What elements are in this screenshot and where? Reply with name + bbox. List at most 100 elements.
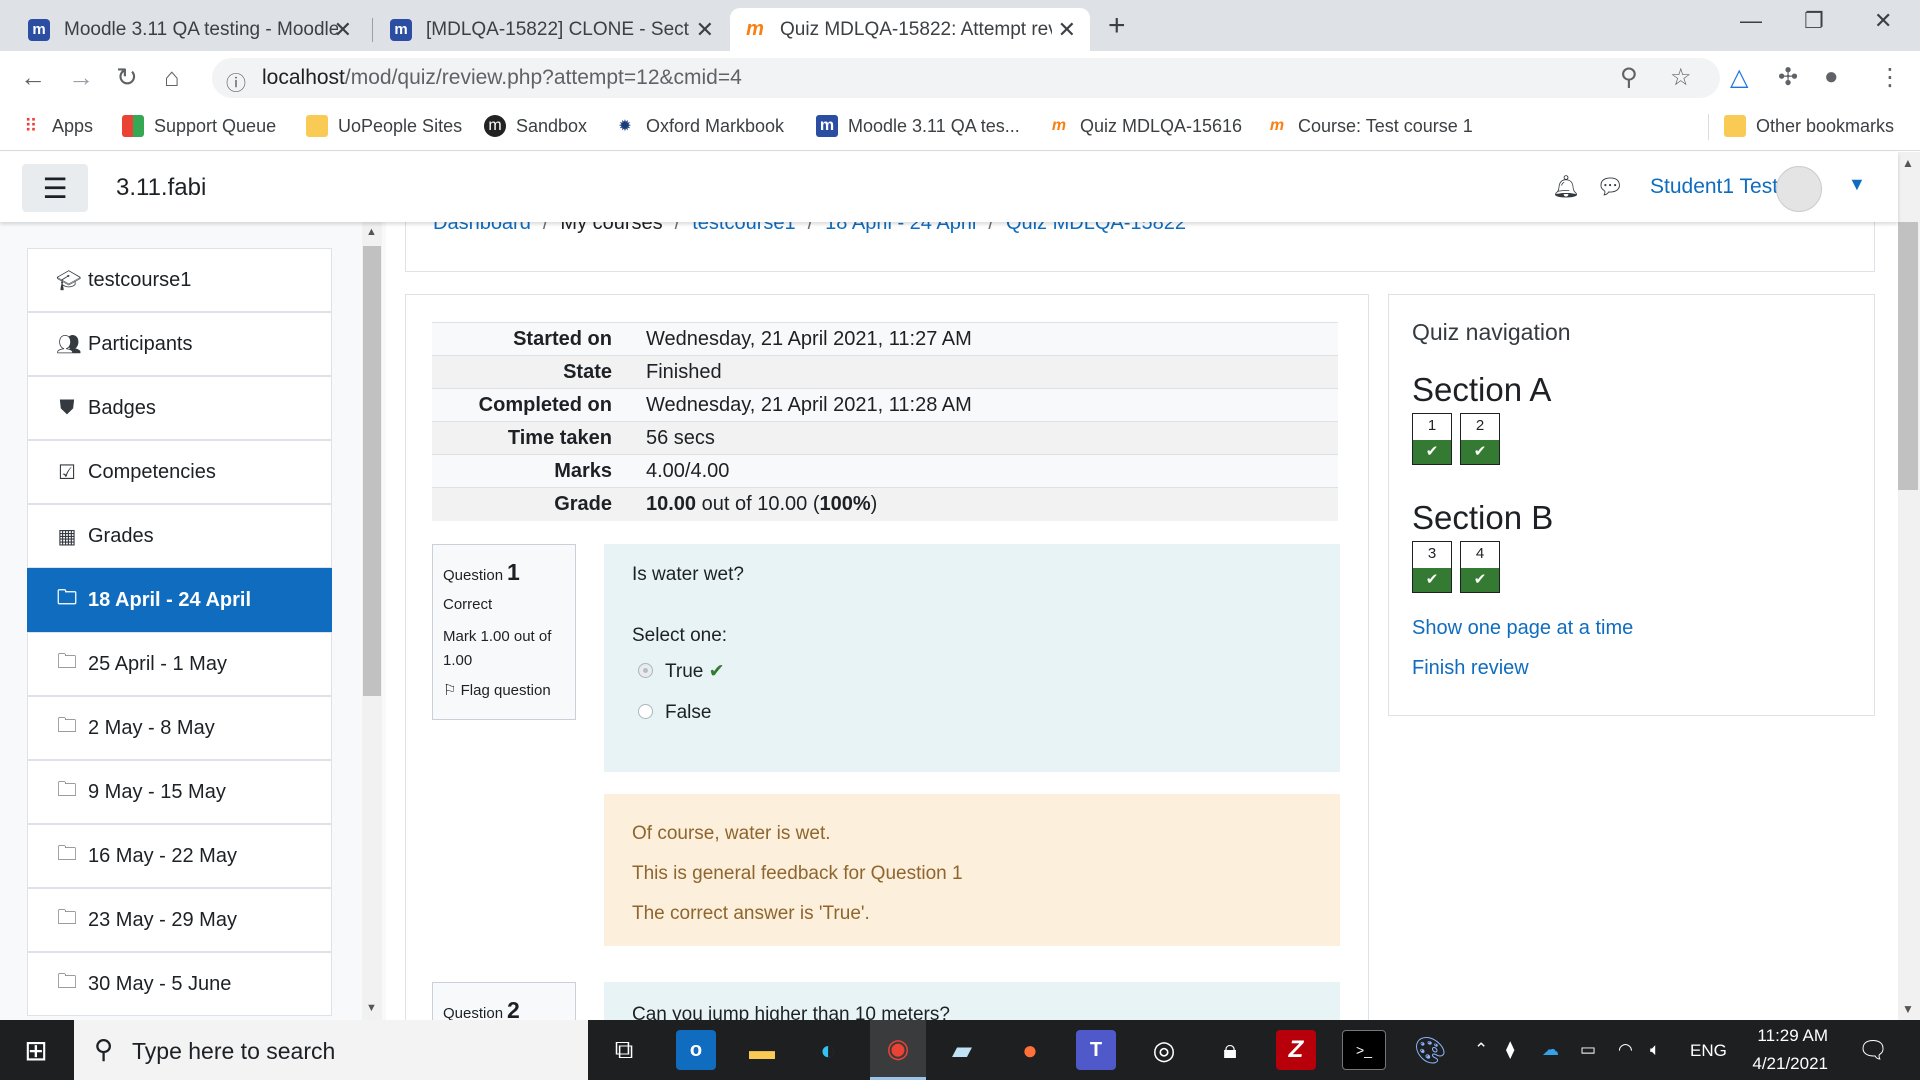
specific-feedback: Of course, water is wet.	[632, 823, 831, 844]
microsoft-logo-icon	[122, 115, 144, 137]
edge-browser-icon[interactable]: ◐	[808, 1030, 848, 1070]
file-explorer-icon[interactable]: ▬	[742, 1030, 782, 1070]
show-one-page-link[interactable]: Show one page at a time	[1412, 617, 1633, 640]
page-scrollbar-thumb[interactable]	[1898, 222, 1918, 490]
chrome-browser-icon[interactable]: ◉	[870, 1020, 926, 1080]
taskbar-search-box[interactable]: ⚲ Type here to search	[74, 1020, 588, 1080]
quiz-nav-question-1[interactable]: 1 ✔	[1412, 413, 1452, 465]
close-tab-icon[interactable]: ✕	[696, 17, 714, 43]
drawer-item-section[interactable]: 🗀 16 May - 22 May	[27, 824, 332, 888]
drawer-toggle-button[interactable]: ☰	[22, 164, 88, 212]
onedrive-cloud-icon[interactable]: ☁	[1542, 1040, 1559, 1060]
drawer-scrollbar-thumb[interactable]	[363, 246, 381, 696]
quiz-nav-question-2[interactable]: 2 ✔	[1460, 413, 1500, 465]
hamburger-icon: ☰	[42, 172, 68, 204]
folder-icon: 🗀	[57, 715, 77, 737]
bookmark-sandbox[interactable]: m Sandbox	[484, 115, 587, 137]
flag-question-link[interactable]: ⚐ Flag question	[443, 681, 565, 699]
drawer-item-section[interactable]: 🗀 25 April - 1 May	[27, 632, 332, 696]
firefox-icon[interactable]: ●	[1010, 1030, 1050, 1070]
filezilla-icon[interactable]: Z	[1276, 1030, 1316, 1070]
task-view-icon[interactable]: ⧉	[604, 1030, 644, 1070]
zoom-icon[interactable]: ⚲	[1620, 63, 1638, 92]
terminal-icon[interactable]: >_	[1342, 1030, 1386, 1070]
forward-arrow-icon[interactable]: →	[68, 62, 94, 93]
close-tab-icon[interactable]: ✕	[334, 17, 352, 43]
profile-icon[interactable]: ●	[1824, 63, 1839, 91]
bookmark-uopeople-sites[interactable]: UoPeople Sites	[306, 115, 462, 137]
drawer-item-participants[interactable]: 👥︎ Participants	[27, 312, 332, 376]
url-text[interactable]: localhost/mod/quiz/review.php?attempt=12…	[262, 66, 742, 90]
correct-answer: The correct answer is 'True'.	[632, 903, 870, 924]
drawer-item-section-active[interactable]: 🗀 18 April - 24 April	[27, 568, 332, 632]
back-arrow-icon[interactable]: ←	[20, 62, 46, 93]
drawer-item-section[interactable]: 🗀 9 May - 15 May	[27, 760, 332, 824]
drawer-item-competencies[interactable]: ☑ Competencies	[27, 440, 332, 504]
check-icon: ✔	[1461, 568, 1499, 592]
answer-option-true[interactable]: True ✔	[638, 660, 725, 683]
bookmark-other[interactable]: Other bookmarks	[1724, 115, 1894, 137]
battery-icon[interactable]: ▭	[1580, 1040, 1596, 1060]
bookmark-star-icon[interactable]: ☆	[1670, 63, 1692, 92]
window-close-icon[interactable]: ✕	[1874, 8, 1892, 34]
drawer-item-grades[interactable]: ▦ Grades	[27, 504, 332, 568]
browser-tab-3-active[interactable]: m Quiz MDLQA-15822: Attempt review ✕	[730, 8, 1090, 51]
drawer-item-section[interactable]: 🗀 23 May - 29 May	[27, 888, 332, 952]
drawer-item-section[interactable]: 🗀 30 May - 5 June	[27, 952, 332, 1016]
home-icon[interactable]: ⌂	[164, 62, 180, 93]
tray-chevron-up-icon[interactable]: ⌃	[1474, 1040, 1488, 1060]
drive-extension-icon[interactable]: △	[1730, 63, 1748, 92]
scroll-up-icon[interactable]: ▲	[366, 226, 377, 238]
volume-icon[interactable]: 🔈︎	[1650, 1040, 1660, 1060]
browser-tab-2[interactable]: m [MDLQA-15822] CLONE - Section ✕	[376, 8, 728, 51]
more-menu-icon[interactable]: ⋮	[1878, 63, 1902, 92]
language-indicator[interactable]: ENG	[1690, 1041, 1727, 1061]
scroll-down-icon[interactable]: ▼	[366, 1002, 377, 1014]
finish-review-link[interactable]: Finish review	[1412, 657, 1529, 680]
new-tab-icon[interactable]: +	[1108, 9, 1126, 43]
bookmark-oxford-markbook[interactable]: ✹ Oxford Markbook	[614, 115, 784, 137]
close-tab-icon[interactable]: ✕	[1058, 17, 1076, 43]
folder-icon	[306, 115, 328, 137]
site-name[interactable]: 3.11.fabi	[116, 174, 206, 202]
radio-button-selected[interactable]	[638, 663, 653, 678]
notification-bell-icon[interactable]: 🔔︎	[1552, 174, 1580, 200]
dropbox-icon[interactable]: ⧫	[1506, 1040, 1514, 1060]
reload-icon[interactable]: ↻	[116, 62, 138, 93]
bookmark-apps[interactable]: ⠿ Apps	[20, 115, 93, 137]
scroll-down-icon[interactable]: ▼	[1902, 1002, 1914, 1016]
bookmark-test-course[interactable]: m Course: Test course 1	[1266, 115, 1473, 137]
keepass-lock-icon[interactable]: 🔒︎	[1210, 1030, 1250, 1070]
avatar[interactable]	[1776, 166, 1822, 212]
outlook-icon[interactable]: o	[676, 1030, 716, 1070]
chevron-down-icon[interactable]: ▼	[1848, 174, 1866, 195]
drawer-item-course[interactable]: 🎓︎ testcourse1	[27, 248, 332, 312]
messages-chat-icon[interactable]: 💬︎	[1596, 174, 1624, 200]
radio-button[interactable]	[638, 704, 653, 719]
clock-time[interactable]: 11:29 AM	[1748, 1026, 1828, 1046]
bookmark-moodle-qa[interactable]: m Moodle 3.11 QA tes...	[816, 115, 1020, 137]
minimize-icon[interactable]: —	[1740, 8, 1762, 34]
quiz-nav-question-4[interactable]: 4 ✔	[1460, 541, 1500, 593]
extensions-puzzle-icon[interactable]: ✣	[1778, 63, 1798, 92]
wifi-icon[interactable]: ◠	[1618, 1040, 1633, 1060]
answer-option-false[interactable]: False	[638, 702, 711, 724]
windows-start-icon[interactable]: ⊞	[16, 1030, 56, 1070]
paint-icon[interactable]: 🎨︎	[1410, 1030, 1450, 1070]
drawer-item-badges[interactable]: ⛊ Badges	[27, 376, 332, 440]
quiz-nav-question-3[interactable]: 3 ✔	[1412, 541, 1452, 593]
scroll-up-icon[interactable]: ▲	[1902, 156, 1914, 170]
notes-app-icon[interactable]: ▰	[942, 1030, 982, 1070]
clock-date[interactable]: 4/21/2021	[1746, 1054, 1828, 1074]
restore-icon[interactable]: ❐	[1804, 8, 1824, 34]
quiz-nav-title: Quiz navigation	[1412, 319, 1571, 345]
media-player-icon[interactable]: ◎	[1144, 1030, 1184, 1070]
bookmark-support-queue[interactable]: Support Queue	[122, 115, 276, 137]
teams-icon[interactable]: T	[1076, 1030, 1116, 1070]
user-menu-name[interactable]: Student1 Test	[1650, 175, 1778, 199]
drawer-item-section[interactable]: 🗀 2 May - 8 May	[27, 696, 332, 760]
notification-center-icon[interactable]: 🗨︎	[1858, 1036, 1888, 1065]
bookmark-quiz-15616[interactable]: m Quiz MDLQA-15616	[1048, 115, 1242, 137]
site-info-icon[interactable]: ⓘ	[226, 67, 246, 96]
browser-tab-1[interactable]: m Moodle 3.11 QA testing - Moodle ✕	[14, 8, 366, 51]
